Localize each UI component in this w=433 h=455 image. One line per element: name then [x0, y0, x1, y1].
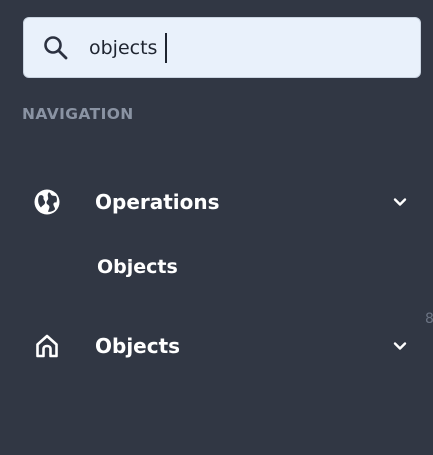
search-input[interactable] — [89, 30, 389, 66]
sidebar-item-label: Objects — [95, 334, 181, 358]
home-icon — [36, 334, 58, 358]
sidebar-item-operations[interactable]: Operations — [0, 174, 433, 230]
sidebar-item-label: Operations — [95, 190, 220, 214]
sidebar-item-objects[interactable]: Objects — [0, 318, 433, 374]
search-icon — [44, 36, 68, 60]
nav-section-label: NAVIGATION — [22, 105, 134, 123]
sidebar-subitem-objects[interactable]: Objects — [97, 252, 178, 282]
globe-icon — [34, 189, 60, 215]
chevron-down-icon[interactable] — [391, 193, 409, 211]
text-caret — [165, 33, 167, 63]
chevron-down-icon[interactable] — [391, 337, 409, 355]
